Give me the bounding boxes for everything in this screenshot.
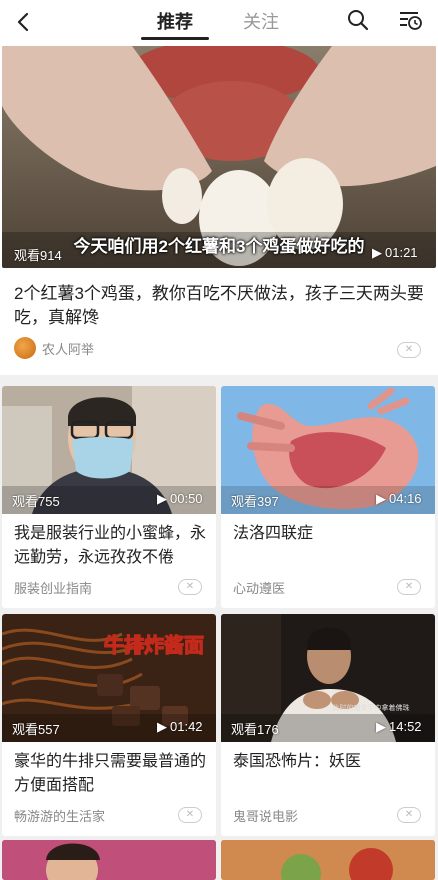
back-arrow-icon[interactable] xyxy=(12,10,36,34)
partial-thumbnail-image xyxy=(221,840,435,880)
video-duration: 04:16 xyxy=(389,491,422,506)
play-icon: ▶ xyxy=(376,491,386,506)
video-duration: 01:21 xyxy=(385,245,418,260)
video-card[interactable]: 观看397 ▶ 04:16 法洛四联症 心动遵医 ✕ xyxy=(221,386,435,608)
dismiss-button[interactable]: ✕ xyxy=(397,342,421,358)
video-thumbnail[interactable]: 此时的瑷文手中拿着佛珠 观看176 ▶ 14:52 xyxy=(221,614,435,742)
dismiss-button[interactable]: ✕ xyxy=(397,807,421,823)
play-icon: ▶ xyxy=(157,491,167,506)
dismiss-button[interactable]: ✕ xyxy=(178,579,202,595)
author-name[interactable]: 畅游游的生活家 xyxy=(14,806,105,825)
video-card[interactable]: 此时的瑷文手中拿着佛珠 观看176 ▶ 14:52 泰国恐怖片：妖医 鬼哥说电影… xyxy=(221,614,435,836)
author-name[interactable]: 鬼哥说电影 xyxy=(233,806,298,825)
video-subtitle: 今天咱们用2个红薯和3个鸡蛋做好吃的 xyxy=(73,237,365,256)
featured-title[interactable]: 2个红薯3个鸡蛋，教你百吃不厌做法，孩子三天两头要吃，真解馋 xyxy=(14,282,424,330)
search-icon[interactable] xyxy=(346,8,370,32)
video-title[interactable]: 泰国恐怖片：妖医 xyxy=(233,750,427,774)
video-card[interactable]: 牛排炸酱面 观看557 ▶ 01:42 豪华的牛排只需要最普通的方便面搭配 畅游… xyxy=(2,614,216,836)
video-title[interactable]: 我是服装行业的小蜜蜂，永远勤劳，永远孜孜不倦 xyxy=(14,522,208,570)
view-count: 观看914 xyxy=(14,248,62,263)
view-count: 观看397 xyxy=(231,494,279,509)
featured-video-card[interactable]: 今天咱们用2个红薯和3个鸡蛋做好吃的 观看914 ▶ 01:21 2个红薯3个鸡… xyxy=(0,44,438,375)
play-icon: ▶ xyxy=(157,719,167,734)
video-title[interactable]: 法洛四联症 xyxy=(233,522,427,546)
avatar[interactable] xyxy=(14,337,36,359)
video-card[interactable]: 观看755 ▶ 00:50 我是服装行业的小蜜蜂，永远勤劳，永远孜孜不倦 服装创… xyxy=(2,386,216,608)
author-row[interactable]: 农人阿举 xyxy=(14,336,94,360)
watch-history-icon[interactable] xyxy=(398,8,424,32)
thumbnail-caption: 牛排炸酱面 xyxy=(104,633,204,657)
tab-recommend[interactable]: 推荐 xyxy=(157,8,193,34)
view-count: 观看557 xyxy=(12,722,60,737)
view-count: 观看755 xyxy=(12,494,60,509)
author-name[interactable]: 农人阿举 xyxy=(42,339,94,358)
video-thumbnail[interactable]: 牛排炸酱面 观看557 ▶ 01:42 xyxy=(2,614,216,742)
video-card-partial[interactable] xyxy=(221,840,435,880)
featured-thumbnail[interactable]: 今天咱们用2个红薯和3个鸡蛋做好吃的 观看914 ▶ 01:21 xyxy=(2,46,436,268)
dismiss-button[interactable]: ✕ xyxy=(178,807,202,823)
partial-thumbnail-image xyxy=(2,840,216,880)
dismiss-button[interactable]: ✕ xyxy=(397,579,421,595)
scene-caption: 此时的瑷文手中拿着佛珠 xyxy=(333,703,410,712)
video-thumbnail[interactable]: 观看755 ▶ 00:50 xyxy=(2,386,216,514)
video-thumbnail[interactable]: 观看397 ▶ 04:16 xyxy=(221,386,435,514)
top-bar: 推荐 关注 xyxy=(0,0,438,44)
play-icon: ▶ xyxy=(372,245,382,260)
active-tab-indicator xyxy=(141,37,209,40)
author-name[interactable]: 服装创业指南 xyxy=(14,578,92,597)
view-count: 观看176 xyxy=(231,722,279,737)
video-duration: 01:42 xyxy=(170,719,203,734)
video-duration: 14:52 xyxy=(389,719,422,734)
play-icon: ▶ xyxy=(376,719,386,734)
tab-follow[interactable]: 关注 xyxy=(243,8,279,34)
video-card-partial[interactable] xyxy=(2,840,216,880)
video-title[interactable]: 豪华的牛排只需要最普通的方便面搭配 xyxy=(14,750,208,798)
video-duration: 00:50 xyxy=(170,491,203,506)
author-name[interactable]: 心动遵医 xyxy=(233,578,285,597)
